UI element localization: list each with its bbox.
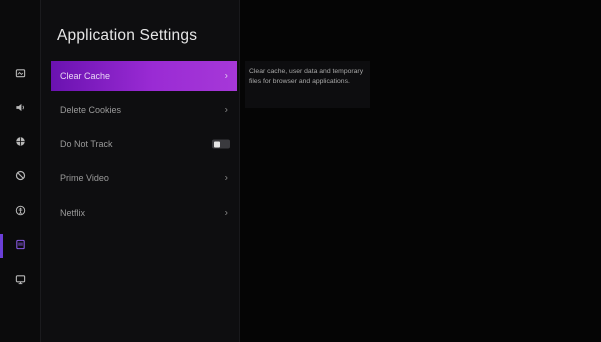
rail-item-applications[interactable] — [0, 232, 40, 260]
chevron-right-icon: › — [224, 207, 228, 219]
rail-item-network[interactable] — [0, 129, 40, 157]
rail-item-display[interactable] — [0, 267, 40, 295]
rail-item-sound[interactable] — [0, 95, 40, 123]
menu-item-label: Netflix — [60, 208, 86, 218]
display-icon — [15, 272, 26, 290]
do-not-track-toggle[interactable] — [212, 139, 230, 149]
menu-item-delete-cookies[interactable]: Delete Cookies › — [51, 95, 237, 125]
menu-item-netflix[interactable]: Netflix › — [51, 198, 237, 228]
chevron-right-icon: › — [224, 104, 228, 116]
privacy-icon — [15, 168, 26, 186]
rail-item-picture[interactable] — [0, 61, 40, 89]
menu-item-prime-video[interactable]: Prime Video › — [51, 163, 237, 193]
menu-item-label: Delete Cookies — [60, 105, 122, 115]
applications-icon — [15, 237, 26, 255]
toggle-knob — [214, 141, 220, 147]
sound-icon — [15, 100, 26, 118]
page-title: Application Settings — [57, 27, 198, 44]
menu-item-label: Prime Video — [60, 173, 109, 183]
menu-item-label: Do Not Track — [60, 139, 113, 149]
chevron-right-icon: › — [224, 70, 228, 82]
application-settings-panel: Application Settings Clear Cache › Delet… — [41, 0, 240, 342]
rail-item-accessibility[interactable] — [0, 198, 40, 226]
picture-icon — [15, 66, 26, 84]
menu-item-label: Clear Cache — [60, 71, 111, 81]
setting-description: Clear cache, user data and temporary fil… — [245, 61, 370, 108]
accessibility-icon — [15, 203, 26, 221]
chevron-right-icon: › — [224, 172, 228, 184]
tv-settings-screen: Application Settings Clear Cache › Delet… — [0, 0, 601, 342]
menu-item-do-not-track[interactable]: Do Not Track — [51, 129, 237, 159]
network-icon — [15, 134, 26, 152]
menu-item-clear-cache[interactable]: Clear Cache › — [51, 61, 237, 91]
rail-item-privacy[interactable] — [0, 163, 40, 191]
settings-category-rail — [0, 0, 41, 342]
